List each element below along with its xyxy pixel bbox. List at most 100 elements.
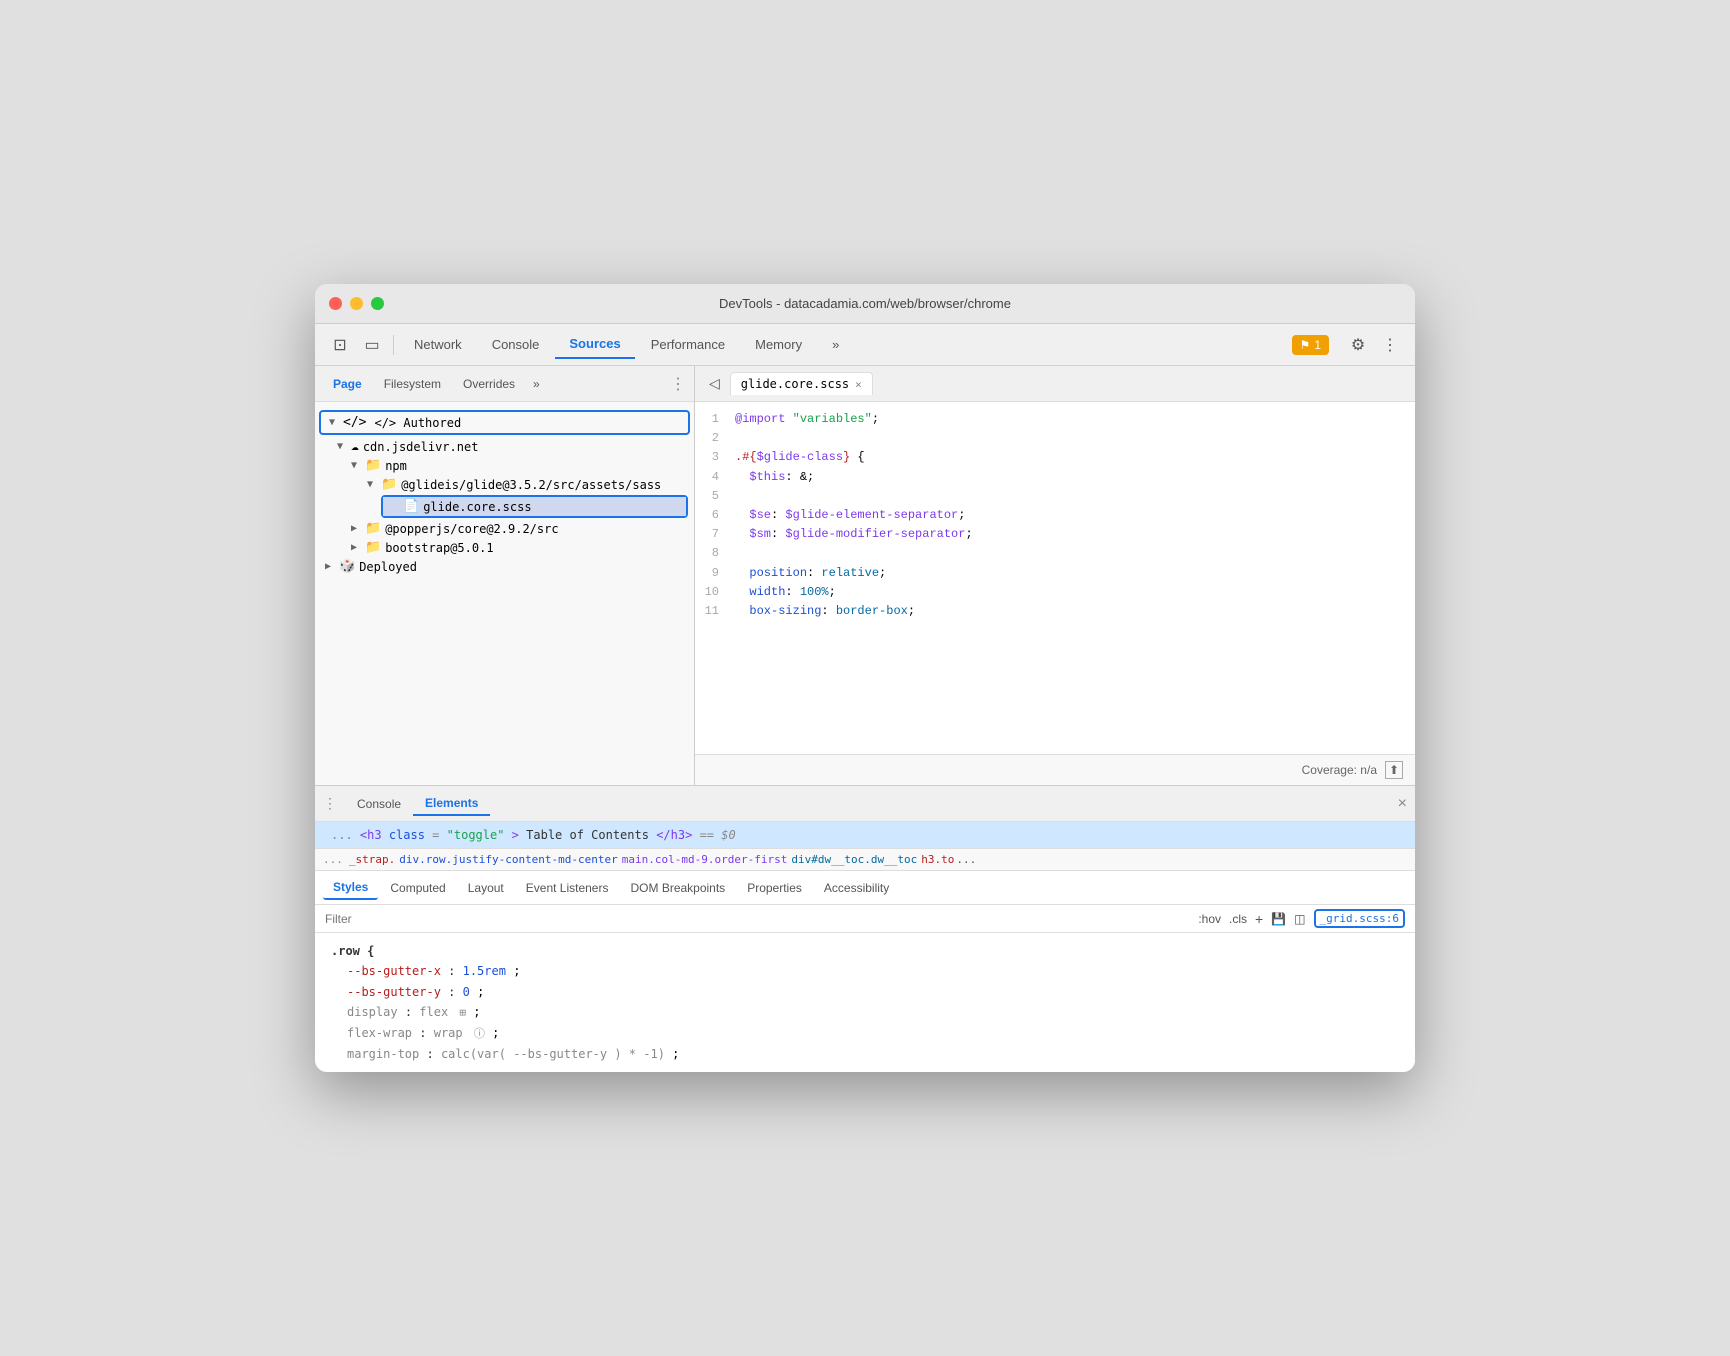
bottom-tab-elements[interactable]: Elements (413, 792, 490, 816)
filter-input[interactable] (325, 912, 1190, 926)
code-line-1: 1 @import "variables"; (695, 410, 1415, 429)
css-prop-name-gutter-x: --bs-gutter-x (331, 964, 441, 978)
css-prop-val-margin-top-partial: --bs-gutter-y (513, 1047, 607, 1061)
css-semicolon-5: ; (672, 1047, 679, 1061)
css-prop-val-gutter-y: 0 (463, 985, 470, 999)
tab-sources[interactable]: Sources (555, 331, 634, 359)
editor-tab-file[interactable]: glide.core.scss × (730, 372, 873, 395)
css-semicolon-1: ; (513, 964, 520, 978)
css-colon-3: : (405, 1005, 419, 1019)
css-prop-name-gutter-y: --bs-gutter-y (331, 985, 441, 999)
breadcrumb-divhash[interactable]: div#dw__toc.dw__toc (791, 853, 917, 866)
device-icon[interactable]: ▭ (357, 331, 387, 359)
deployed-icon: 🎲 (339, 559, 355, 574)
glideis-label: @glideis/glide@3.5.2/src/assets/sass (401, 478, 661, 492)
sidebar-dots-menu[interactable]: ⋮ (670, 374, 686, 394)
line-code-9: position: relative; (735, 564, 1399, 583)
styles-tab-layout[interactable]: Layout (458, 877, 514, 899)
line-num-10: 10 (695, 583, 735, 602)
tab-performance[interactable]: Performance (637, 331, 739, 359)
breadcrumb-h3tc[interactable]: h3.to (921, 853, 954, 866)
tab-more[interactable]: » (818, 331, 853, 359)
breadcrumb-strap[interactable]: _strap. (349, 853, 395, 866)
css-colon-4: : (419, 1026, 433, 1040)
authored-icon: </> (343, 415, 366, 430)
close-button[interactable] (329, 297, 342, 310)
sidebar-tab-overrides[interactable]: Overrides (453, 373, 525, 395)
tree-item-file[interactable]: 📄 glide.core.scss (383, 497, 686, 516)
css-semicolon-3: ; (473, 1005, 480, 1019)
cdn-icon: ☁ (351, 439, 359, 454)
styles-tab-dom-breakpoints[interactable]: DOM Breakpoints (620, 877, 735, 899)
css-prop-val-gutter-x: 1.5rem (463, 964, 506, 978)
popperjs-label: @popperjs/core@2.9.2/src (385, 522, 558, 536)
filter-panel-icon[interactable]: ◫ (1294, 912, 1305, 926)
bootstrap-label: bootstrap@5.0.1 (385, 541, 493, 555)
bottom-dots-menu[interactable]: ⋮ (323, 795, 337, 812)
line-num-1: 1 (695, 410, 735, 429)
styles-tab-properties[interactable]: Properties (737, 877, 812, 899)
sources-sidebar: Page Filesystem Overrides » ⋮ ▼ </> </> … (315, 366, 695, 785)
css-prop-val-display: flex (419, 1005, 448, 1019)
tab-console[interactable]: Console (478, 331, 554, 359)
css-prop-display: display : flex ⊞ ; (331, 1002, 1399, 1023)
tree-item-bootstrap[interactable]: ▶ 📁 bootstrap@5.0.1 (315, 538, 694, 557)
el-class-val: "toggle" (447, 828, 505, 842)
filter-cls[interactable]: .cls (1229, 912, 1247, 926)
styles-tab-styles[interactable]: Styles (323, 876, 378, 900)
sidebar-tab-more[interactable]: » (527, 373, 546, 395)
editor-tab-close-icon[interactable]: × (855, 378, 862, 391)
editor-back-button[interactable]: ◁ (703, 373, 726, 394)
sidebar-tab-page[interactable]: Page (323, 373, 372, 395)
editor-code-area[interactable]: 1 @import "variables"; 2 3 .#{$glide-cla… (695, 402, 1415, 754)
tree-item-cdn[interactable]: ▼ ☁ cdn.jsdelivr.net (315, 437, 694, 456)
filter-actions: :hov .cls + 💾 ◫ _grid.scss:6 (1198, 909, 1405, 928)
notification-button[interactable]: ⚑ 1 (1292, 335, 1329, 355)
maximize-button[interactable] (371, 297, 384, 310)
filter-hov[interactable]: :hov (1198, 912, 1221, 926)
code-line-6: 6 $se: $glide-element-separator; (695, 506, 1415, 525)
authored-section-box: ▼ </> </> Authored (319, 410, 690, 435)
coverage-expand-icon[interactable]: ⬆ (1385, 761, 1403, 779)
filter-save-icon[interactable]: 💾 (1271, 912, 1286, 926)
css-prop-val-margin-top-end: ) * -1) (614, 1047, 665, 1061)
css-prop-name-display: display (331, 1005, 398, 1019)
sidebar-tab-bar: Page Filesystem Overrides » ⋮ (315, 366, 694, 402)
line-num-8: 8 (695, 544, 735, 563)
styles-tab-computed[interactable]: Computed (380, 877, 455, 899)
tree-item-popperjs[interactable]: ▶ 📁 @popperjs/core@2.9.2/src (315, 519, 694, 538)
tree-item-npm[interactable]: ▼ 📁 npm (315, 456, 694, 475)
menu-icon[interactable]: ⋮ (1375, 331, 1405, 359)
tab-memory[interactable]: Memory (741, 331, 816, 359)
tree-item-deployed[interactable]: ▶ 🎲 Deployed (315, 557, 694, 576)
bottom-close-icon[interactable]: × (1398, 795, 1407, 813)
breadcrumb-maincol[interactable]: main.col-md-9.order-first (622, 853, 788, 866)
breadcrumb-dots[interactable]: ... (323, 853, 343, 866)
inspect-icon[interactable]: ⊡ (325, 331, 355, 359)
main-toolbar: ⊡ ▭ Network Console Sources Performance … (315, 324, 1415, 366)
minimize-button[interactable] (350, 297, 363, 310)
line-code-3: .#{$glide-class} { (735, 448, 1399, 467)
source-link-box[interactable]: _grid.scss:6 (1314, 909, 1405, 928)
styles-tab-accessibility[interactable]: Accessibility (814, 877, 899, 899)
tree-item-glideis[interactable]: ▼ 📁 @glideis/glide@3.5.2/src/assets/sass (315, 475, 694, 494)
css-colon-1: : (448, 964, 462, 978)
notification-count: 1 (1314, 338, 1321, 352)
bottom-tab-console[interactable]: Console (345, 793, 413, 815)
breadcrumb-divrow[interactable]: div.row.justify-content-md-center (399, 853, 618, 866)
code-line-8: 8 (695, 544, 1415, 563)
code-line-3: 3 .#{$glide-class} { (695, 448, 1415, 467)
line-code-10: width: 100%; (735, 583, 1399, 602)
filter-plus[interactable]: + (1255, 911, 1263, 927)
tree-item-authored[interactable]: ▼ </> </> Authored (323, 413, 686, 432)
css-colon-5: : (426, 1047, 440, 1061)
window-title: DevTools - datacadamia.com/web/browser/c… (719, 296, 1011, 311)
styles-tab-event-listeners[interactable]: Event Listeners (516, 877, 619, 899)
file-selected-box: 📄 glide.core.scss (381, 495, 688, 518)
flex-wrap-info-icon[interactable]: ⓘ (474, 1027, 485, 1040)
tab-network[interactable]: Network (400, 331, 476, 359)
sidebar-tab-filesystem[interactable]: Filesystem (374, 373, 451, 395)
code-line-7: 7 $sm: $glide-modifier-separator; (695, 525, 1415, 544)
tree-arrow-glideis: ▼ (367, 479, 381, 490)
settings-icon[interactable]: ⚙ (1343, 331, 1373, 359)
